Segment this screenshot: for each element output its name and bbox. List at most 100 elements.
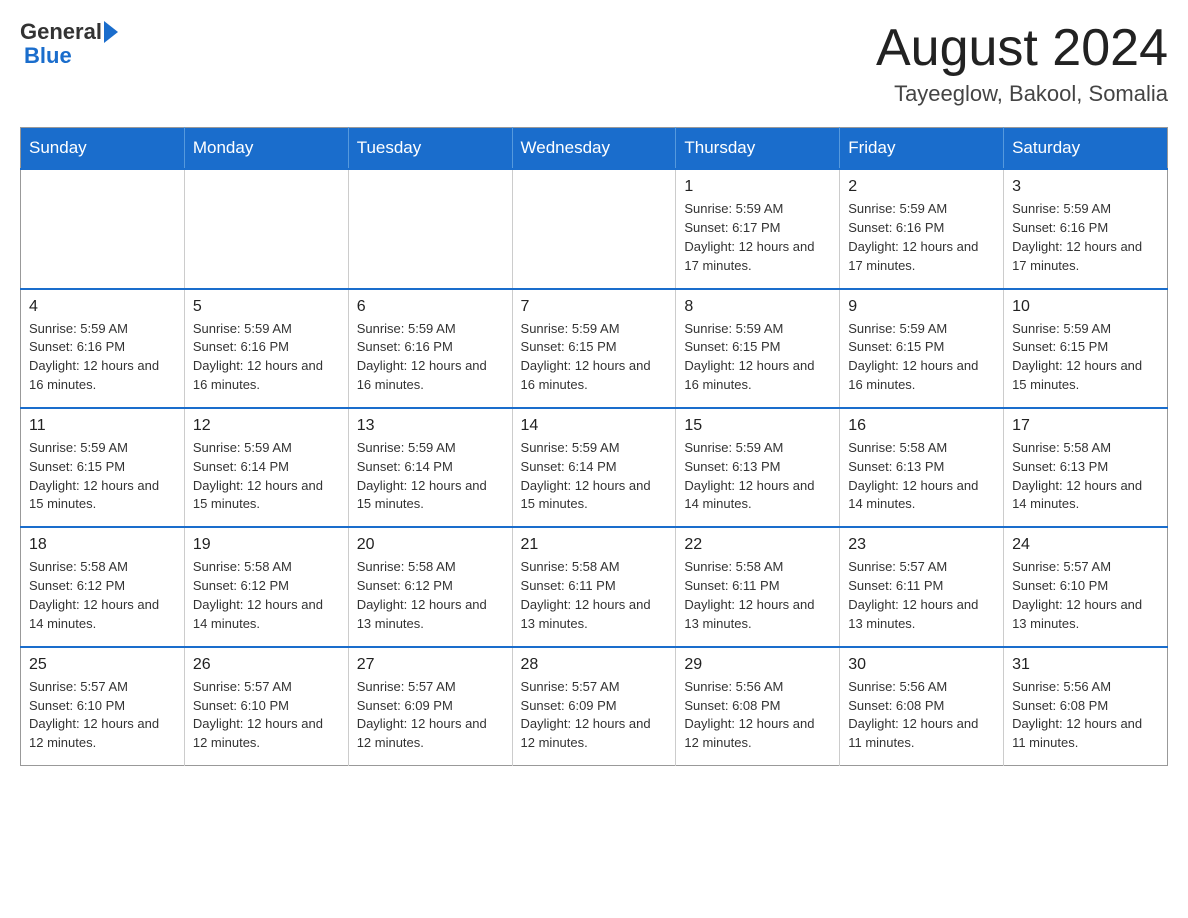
calendar-cell: 9Sunrise: 5:59 AM Sunset: 6:15 PM Daylig… [840, 289, 1004, 408]
day-info: Sunrise: 5:58 AM Sunset: 6:12 PM Dayligh… [193, 558, 340, 633]
calendar-header-sunday: Sunday [21, 128, 185, 170]
day-info: Sunrise: 5:59 AM Sunset: 6:15 PM Dayligh… [29, 439, 176, 514]
calendar-table: SundayMondayTuesdayWednesdayThursdayFrid… [20, 127, 1168, 766]
day-info: Sunrise: 5:59 AM Sunset: 6:14 PM Dayligh… [193, 439, 340, 514]
day-info: Sunrise: 5:59 AM Sunset: 6:15 PM Dayligh… [684, 320, 831, 395]
day-number: 16 [848, 417, 995, 435]
calendar-cell: 18 Sunrise: 5:58 AM Sunset: 6:12 PM Dayli… [21, 527, 185, 646]
calendar-header-monday: Monday [184, 128, 348, 170]
calendar-cell: 30Sunrise: 5:56 AM Sunset: 6:08 PM Dayli… [840, 647, 1004, 766]
day-number: 15 [684, 417, 831, 435]
calendar-cell: 21 Sunrise: 5:58 AM Sunset: 6:11 PM Dayli… [512, 527, 676, 646]
day-info: Sunrise: 5:58 AM Sunset: 6:12 PM Dayligh… [29, 558, 176, 633]
calendar-cell: 26 Sunrise: 5:57 AM Sunset: 6:10 PM Dayli… [184, 647, 348, 766]
calendar-cell: 8Sunrise: 5:59 AM Sunset: 6:15 PM Daylig… [676, 289, 840, 408]
day-info: Sunrise: 5:58 AM Sunset: 6:12 PM Dayligh… [357, 558, 504, 633]
day-number: 6 [357, 298, 504, 316]
day-info: Sunrise: 5:58 AM Sunset: 6:11 PM Dayligh… [521, 558, 668, 633]
day-number: 10 [1012, 298, 1159, 316]
title-block: August 2024 Tayeeglow, Bakool, Somalia [876, 20, 1168, 107]
day-number: 1 [684, 178, 831, 196]
day-info: Sunrise: 5:59 AM Sunset: 6:16 PM Dayligh… [1012, 200, 1159, 275]
calendar-week-row: 25 Sunrise: 5:57 AM Sunset: 6:10 PM Dayli… [21, 647, 1168, 766]
day-info: Sunrise: 5:59 AM Sunset: 6:16 PM Dayligh… [29, 320, 176, 395]
logo-blue: Blue [24, 43, 72, 68]
day-number: 23 [848, 536, 995, 554]
calendar-cell: 10 Sunrise: 5:59 AM Sunset: 6:15 PM Dayli… [1004, 289, 1168, 408]
page-header: General Blue August 2024 Tayeeglow, Bako… [20, 20, 1168, 107]
calendar-cell: 11 Sunrise: 5:59 AM Sunset: 6:15 PM Dayli… [21, 408, 185, 527]
day-info: Sunrise: 5:59 AM Sunset: 6:15 PM Dayligh… [848, 320, 995, 395]
day-number: 11 [29, 417, 176, 435]
calendar-cell [512, 169, 676, 288]
calendar-cell: 6Sunrise: 5:59 AM Sunset: 6:16 PM Daylig… [348, 289, 512, 408]
day-info: Sunrise: 5:57 AM Sunset: 6:10 PM Dayligh… [193, 678, 340, 753]
calendar-cell: 29 Sunrise: 5:56 AM Sunset: 6:08 PM Dayli… [676, 647, 840, 766]
calendar-week-row: 11 Sunrise: 5:59 AM Sunset: 6:15 PM Dayli… [21, 408, 1168, 527]
calendar-cell: 25 Sunrise: 5:57 AM Sunset: 6:10 PM Dayli… [21, 647, 185, 766]
day-number: 13 [357, 417, 504, 435]
calendar-cell: 24 Sunrise: 5:57 AM Sunset: 6:10 PM Dayli… [1004, 527, 1168, 646]
day-number: 31 [1012, 656, 1159, 674]
day-info: Sunrise: 5:57 AM Sunset: 6:10 PM Dayligh… [1012, 558, 1159, 633]
calendar-cell [21, 169, 185, 288]
day-number: 4 [29, 298, 176, 316]
month-title: August 2024 [876, 20, 1168, 77]
calendar-cell: 12Sunrise: 5:59 AM Sunset: 6:14 PM Dayli… [184, 408, 348, 527]
day-number: 7 [521, 298, 668, 316]
day-number: 28 [521, 656, 668, 674]
day-number: 29 [684, 656, 831, 674]
day-info: Sunrise: 5:59 AM Sunset: 6:14 PM Dayligh… [521, 439, 668, 514]
day-info: Sunrise: 5:58 AM Sunset: 6:13 PM Dayligh… [1012, 439, 1159, 514]
calendar-cell [348, 169, 512, 288]
day-info: Sunrise: 5:59 AM Sunset: 6:16 PM Dayligh… [848, 200, 995, 275]
day-number: 17 [1012, 417, 1159, 435]
day-number: 27 [357, 656, 504, 674]
day-number: 19 [193, 536, 340, 554]
calendar-week-row: 4 Sunrise: 5:59 AM Sunset: 6:16 PM Daylig… [21, 289, 1168, 408]
day-info: Sunrise: 5:58 AM Sunset: 6:11 PM Dayligh… [684, 558, 831, 633]
day-info: Sunrise: 5:57 AM Sunset: 6:09 PM Dayligh… [357, 678, 504, 753]
day-number: 24 [1012, 536, 1159, 554]
day-number: 2 [848, 178, 995, 196]
day-info: Sunrise: 5:57 AM Sunset: 6:09 PM Dayligh… [521, 678, 668, 753]
day-info: Sunrise: 5:59 AM Sunset: 6:17 PM Dayligh… [684, 200, 831, 275]
calendar-header-saturday: Saturday [1004, 128, 1168, 170]
calendar-header-row: SundayMondayTuesdayWednesdayThursdayFrid… [21, 128, 1168, 170]
calendar-header-friday: Friday [840, 128, 1004, 170]
logo-general: General [20, 20, 102, 44]
day-number: 22 [684, 536, 831, 554]
day-number: 21 [521, 536, 668, 554]
calendar-cell: 15 Sunrise: 5:59 AM Sunset: 6:13 PM Dayli… [676, 408, 840, 527]
calendar-cell: 23 Sunrise: 5:57 AM Sunset: 6:11 PM Dayli… [840, 527, 1004, 646]
day-number: 3 [1012, 178, 1159, 196]
day-number: 30 [848, 656, 995, 674]
logo: General Blue [20, 20, 118, 68]
day-number: 25 [29, 656, 176, 674]
calendar-cell: 2 Sunrise: 5:59 AM Sunset: 6:16 PM Daylig… [840, 169, 1004, 288]
day-number: 5 [193, 298, 340, 316]
calendar-week-row: 1 Sunrise: 5:59 AM Sunset: 6:17 PM Daylig… [21, 169, 1168, 288]
day-number: 18 [29, 536, 176, 554]
calendar-cell: 4 Sunrise: 5:59 AM Sunset: 6:16 PM Daylig… [21, 289, 185, 408]
calendar-cell: 16 Sunrise: 5:58 AM Sunset: 6:13 PM Dayli… [840, 408, 1004, 527]
day-number: 14 [521, 417, 668, 435]
calendar-cell: 14 Sunrise: 5:59 AM Sunset: 6:14 PM Dayli… [512, 408, 676, 527]
day-info: Sunrise: 5:56 AM Sunset: 6:08 PM Dayligh… [684, 678, 831, 753]
day-info: Sunrise: 5:57 AM Sunset: 6:11 PM Dayligh… [848, 558, 995, 633]
day-info: Sunrise: 5:59 AM Sunset: 6:15 PM Dayligh… [1012, 320, 1159, 395]
calendar-cell: 27 Sunrise: 5:57 AM Sunset: 6:09 PM Dayli… [348, 647, 512, 766]
calendar-cell: 3 Sunrise: 5:59 AM Sunset: 6:16 PM Daylig… [1004, 169, 1168, 288]
calendar-header-thursday: Thursday [676, 128, 840, 170]
calendar-cell: 20Sunrise: 5:58 AM Sunset: 6:12 PM Dayli… [348, 527, 512, 646]
calendar-cell: 22 Sunrise: 5:58 AM Sunset: 6:11 PM Dayli… [676, 527, 840, 646]
calendar-cell: 7Sunrise: 5:59 AM Sunset: 6:15 PM Daylig… [512, 289, 676, 408]
day-info: Sunrise: 5:59 AM Sunset: 6:13 PM Dayligh… [684, 439, 831, 514]
calendar-cell [184, 169, 348, 288]
day-number: 26 [193, 656, 340, 674]
day-info: Sunrise: 5:58 AM Sunset: 6:13 PM Dayligh… [848, 439, 995, 514]
day-info: Sunrise: 5:57 AM Sunset: 6:10 PM Dayligh… [29, 678, 176, 753]
logo-arrow-icon [104, 21, 118, 43]
day-info: Sunrise: 5:59 AM Sunset: 6:14 PM Dayligh… [357, 439, 504, 514]
calendar-cell: 17 Sunrise: 5:58 AM Sunset: 6:13 PM Dayli… [1004, 408, 1168, 527]
